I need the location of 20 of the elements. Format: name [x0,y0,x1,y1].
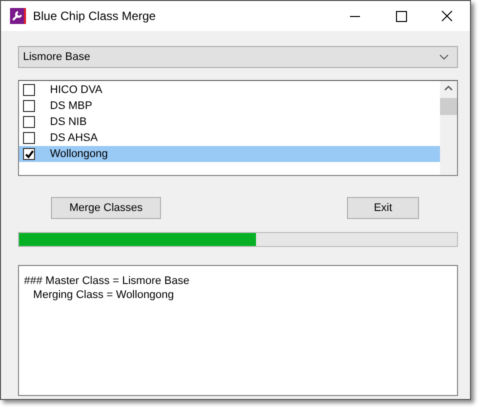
class-list-item[interactable]: DS AHSA [19,130,440,146]
class-list-item[interactable]: HICO DVA [19,82,440,98]
log-line: Merging Class = Wollongong [32,288,175,302]
checkbox[interactable] [23,84,35,96]
wrench-icon [10,8,26,24]
class-dropdown[interactable]: Lismore Base [18,46,458,68]
scrollbar-thumb[interactable] [440,98,457,115]
class-list-item[interactable]: DS NIB [19,114,440,130]
exit-button[interactable]: Exit [347,197,419,219]
class-list-item[interactable]: Wollongong [19,146,440,162]
class-list-item[interactable]: DS MBP [19,98,440,114]
checkbox[interactable] [23,100,35,112]
log-line: ### Master Class = Lismore Base [24,274,190,288]
chevron-down-icon [439,54,449,60]
window-title: Blue Chip Class Merge [33,9,157,23]
checkbox[interactable] [23,116,35,128]
checkbox[interactable] [23,148,35,160]
checkbox[interactable] [23,132,35,144]
scrollbar[interactable] [440,81,457,175]
merge-classes-button[interactable]: Merge Classes [51,197,161,219]
